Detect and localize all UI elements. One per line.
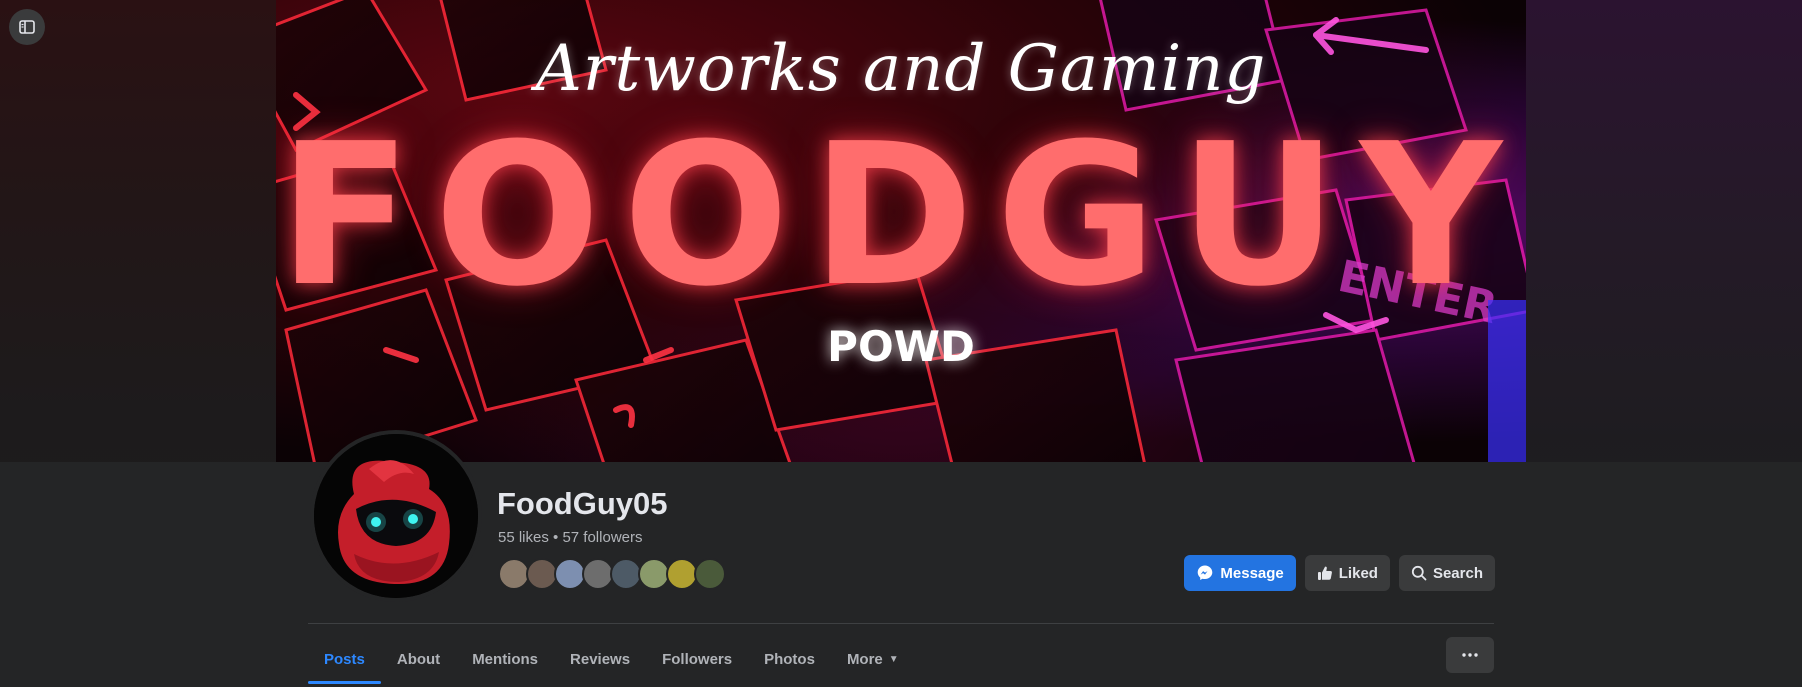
profile-avatar[interactable] (310, 430, 482, 602)
messenger-icon (1198, 565, 1213, 580)
tab-label: About (396, 650, 441, 668)
page-title: FoodGuy05 (497, 486, 668, 521)
more-options-button[interactable] (1446, 637, 1494, 673)
tab-about[interactable]: About (381, 634, 456, 684)
message-button[interactable]: Message (1184, 555, 1296, 591)
page-stats[interactable]: 55 likes • 57 followers (498, 529, 643, 546)
tab-label: Mentions (472, 650, 539, 668)
thumbs-up-icon (1317, 566, 1332, 580)
tab-label: Posts (324, 650, 365, 668)
friends-avatar-row[interactable] (498, 558, 726, 590)
ellipsis-icon (1462, 653, 1478, 657)
search-icon (1411, 565, 1427, 581)
friend-avatar[interactable] (694, 558, 726, 590)
avatar-image (314, 434, 478, 598)
caret-down-icon: ▼ (888, 653, 899, 665)
tab-mentions[interactable]: Mentions (456, 634, 554, 684)
tab-followers[interactable]: Followers (646, 634, 748, 684)
search-button[interactable]: Search (1398, 555, 1495, 591)
sidebar-toggle-button[interactable] (9, 9, 45, 45)
page-tabs: Posts About Mentions Reviews Followers P… (308, 634, 915, 684)
liked-button[interactable]: Liked (1304, 555, 1390, 591)
tab-posts[interactable]: Posts (308, 634, 381, 684)
cover-script-text: Artworks and Gaming (535, 32, 1267, 106)
liked-button-label: Liked (1338, 564, 1378, 582)
search-button-label: Search (1432, 564, 1483, 582)
tab-label: Followers (662, 650, 733, 668)
tab-label: More (846, 650, 883, 668)
tab-photos[interactable]: Photos (748, 634, 831, 684)
cover-photo[interactable]: ENTER Artworks and Gaming FOODGUY POWD (276, 0, 1526, 462)
cover-subtitle: POWD (827, 322, 975, 371)
sidebar-toggle-icon (19, 20, 35, 34)
tab-more[interactable]: More ▼ (831, 634, 915, 684)
tab-label: Photos (764, 650, 815, 668)
message-button-label: Message (1220, 564, 1284, 582)
cover-title: FOODGUY (278, 102, 1524, 330)
page-actions: Message Liked Search (1184, 555, 1495, 591)
header-divider (308, 623, 1494, 624)
tab-label: Reviews (570, 650, 631, 668)
tab-reviews[interactable]: Reviews (554, 634, 646, 684)
